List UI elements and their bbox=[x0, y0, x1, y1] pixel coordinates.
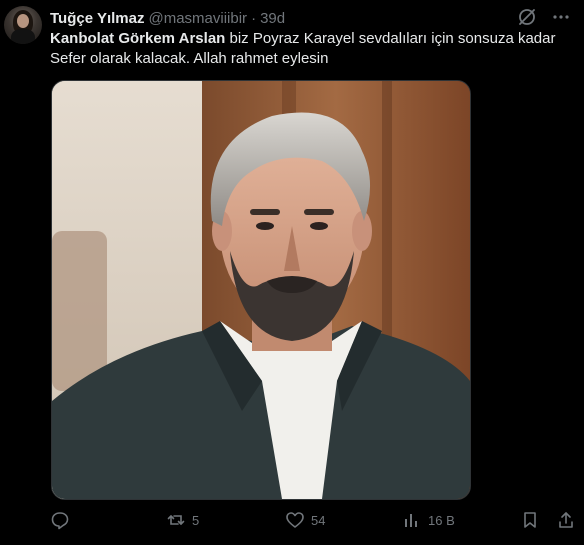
avatar[interactable] bbox=[4, 6, 42, 44]
grok-icon[interactable] bbox=[516, 6, 538, 28]
share-button[interactable] bbox=[556, 510, 576, 530]
share-icon bbox=[556, 510, 576, 530]
repost-count: 5 bbox=[192, 512, 200, 528]
bookmark-button[interactable] bbox=[520, 510, 540, 530]
views-count: 16 B bbox=[428, 512, 455, 528]
author-handle[interactable]: @masmaviiibir bbox=[148, 10, 247, 27]
tweet-text: Kanbolat Görkem Arslan biz Poyraz Karaye… bbox=[50, 29, 570, 69]
avatar-body bbox=[11, 29, 35, 44]
reply-icon bbox=[50, 510, 70, 530]
heart-icon bbox=[285, 510, 305, 530]
repost-icon bbox=[166, 510, 186, 530]
tweet: Tuğçe Yılmaz @masmaviiibir · 39d Kanbola… bbox=[0, 0, 584, 545]
repost-button[interactable]: 5 bbox=[166, 510, 199, 530]
mention-name[interactable]: Kanbolat Görkem Arslan bbox=[50, 30, 225, 47]
avatar-face bbox=[17, 14, 29, 28]
top-actions bbox=[516, 6, 572, 28]
like-button[interactable]: 54 bbox=[285, 510, 325, 530]
more-icon[interactable] bbox=[550, 6, 572, 28]
tweet-header: Tuğçe Yılmaz @masmaviiibir · 39d bbox=[50, 8, 285, 28]
separator-dot: · bbox=[251, 9, 257, 27]
reply-button[interactable] bbox=[50, 510, 70, 530]
post-time[interactable]: 39d bbox=[260, 10, 285, 27]
author-name[interactable]: Tuğçe Yılmaz bbox=[50, 10, 144, 27]
views-icon bbox=[402, 510, 422, 530]
bookmark-icon bbox=[520, 510, 540, 530]
views-button[interactable]: 16 B bbox=[402, 510, 455, 530]
action-bar: 5 54 16 B bbox=[50, 510, 573, 534]
tweet-photo[interactable] bbox=[51, 80, 471, 500]
like-count: 54 bbox=[311, 512, 326, 528]
